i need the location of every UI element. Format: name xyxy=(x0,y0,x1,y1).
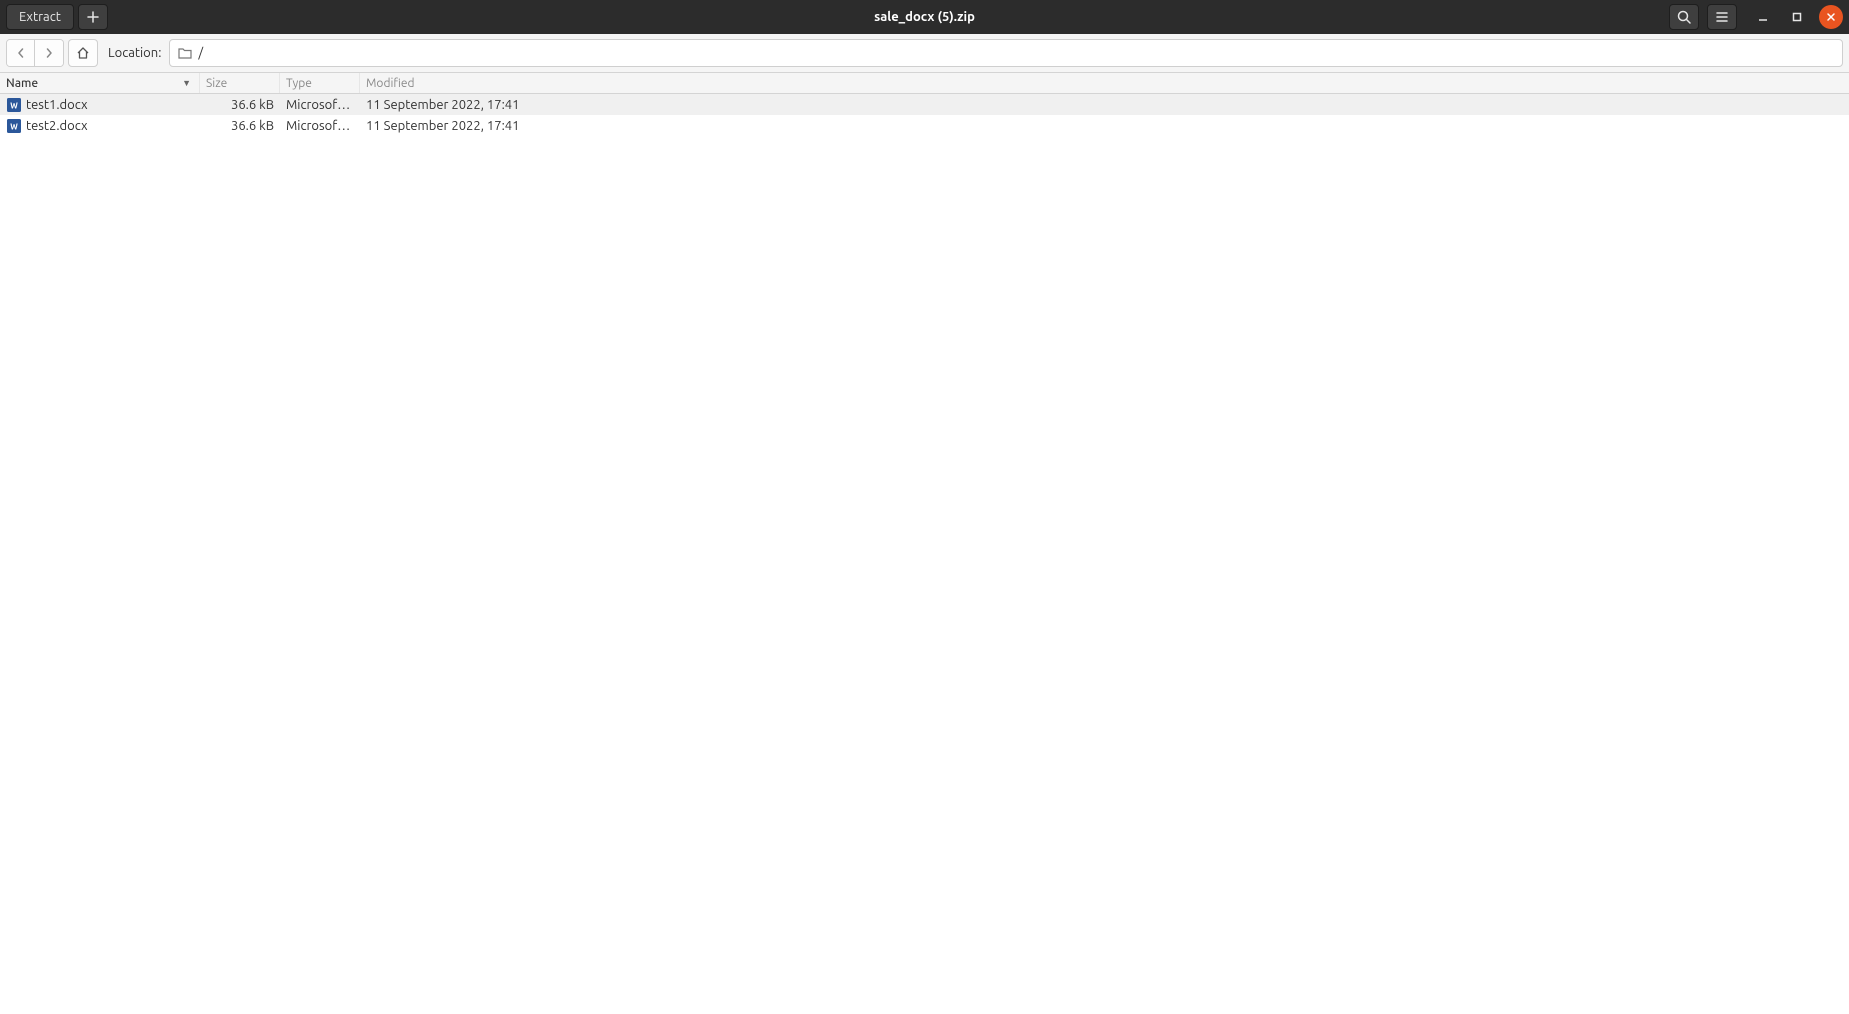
home-button[interactable] xyxy=(68,39,98,67)
file-list: W test1.docx 36.6 kB Microsoft … 11 Sept… xyxy=(0,94,1849,136)
svg-text:W: W xyxy=(10,101,18,110)
close-icon xyxy=(1826,12,1836,22)
file-type: Microsoft … xyxy=(280,98,360,112)
column-headers: Name ▼ Size Type Modified xyxy=(0,73,1849,94)
close-button[interactable] xyxy=(1819,5,1843,29)
forward-button[interactable] xyxy=(35,40,63,66)
file-name-cell: W test2.docx xyxy=(0,118,200,134)
column-header-name[interactable]: Name ▼ xyxy=(0,73,200,93)
minimize-icon xyxy=(1758,12,1768,22)
plus-icon xyxy=(87,11,99,23)
column-header-type[interactable]: Type xyxy=(280,73,360,93)
file-size: 36.6 kB xyxy=(200,119,280,133)
folder-icon xyxy=(178,47,192,59)
titlebar-right xyxy=(1669,4,1843,30)
column-header-name-label: Name xyxy=(6,77,38,90)
svg-text:W: W xyxy=(10,122,18,131)
file-modified: 11 September 2022, 17:41 xyxy=(360,98,1849,112)
menu-button[interactable] xyxy=(1707,4,1737,30)
maximize-icon xyxy=(1792,12,1802,22)
table-row[interactable]: W test2.docx 36.6 kB Microsoft … 11 Sept… xyxy=(0,115,1849,136)
hamburger-icon xyxy=(1715,10,1729,24)
titlebar: Extract sale_docx (5).zip xyxy=(0,0,1849,34)
file-name-cell: W test1.docx xyxy=(0,97,200,113)
location-field[interactable]: / xyxy=(169,39,1843,67)
file-name: test1.docx xyxy=(26,98,88,112)
sort-indicator-icon: ▼ xyxy=(182,78,191,88)
chevron-left-icon xyxy=(16,48,26,58)
nav-group xyxy=(6,39,64,67)
file-modified: 11 September 2022, 17:41 xyxy=(360,119,1849,133)
back-button[interactable] xyxy=(7,40,35,66)
maximize-button[interactable] xyxy=(1785,5,1809,29)
home-icon xyxy=(76,46,90,60)
search-icon xyxy=(1677,10,1691,24)
search-button[interactable] xyxy=(1669,4,1699,30)
minimize-button[interactable] xyxy=(1751,5,1775,29)
add-button[interactable] xyxy=(78,4,108,30)
file-size: 36.6 kB xyxy=(200,98,280,112)
column-header-modified[interactable]: Modified xyxy=(360,73,1849,93)
file-type: Microsoft … xyxy=(280,119,360,133)
location-path: / xyxy=(198,46,203,60)
docx-file-icon: W xyxy=(6,97,22,113)
location-label: Location: xyxy=(108,46,161,60)
window-title: sale_docx (5).zip xyxy=(874,10,975,24)
toolbar: Location: / xyxy=(0,34,1849,73)
table-row[interactable]: W test1.docx 36.6 kB Microsoft … 11 Sept… xyxy=(0,94,1849,115)
file-name: test2.docx xyxy=(26,119,88,133)
extract-button[interactable]: Extract xyxy=(6,4,74,30)
docx-file-icon: W xyxy=(6,118,22,134)
column-header-size[interactable]: Size xyxy=(200,73,280,93)
chevron-right-icon xyxy=(44,48,54,58)
